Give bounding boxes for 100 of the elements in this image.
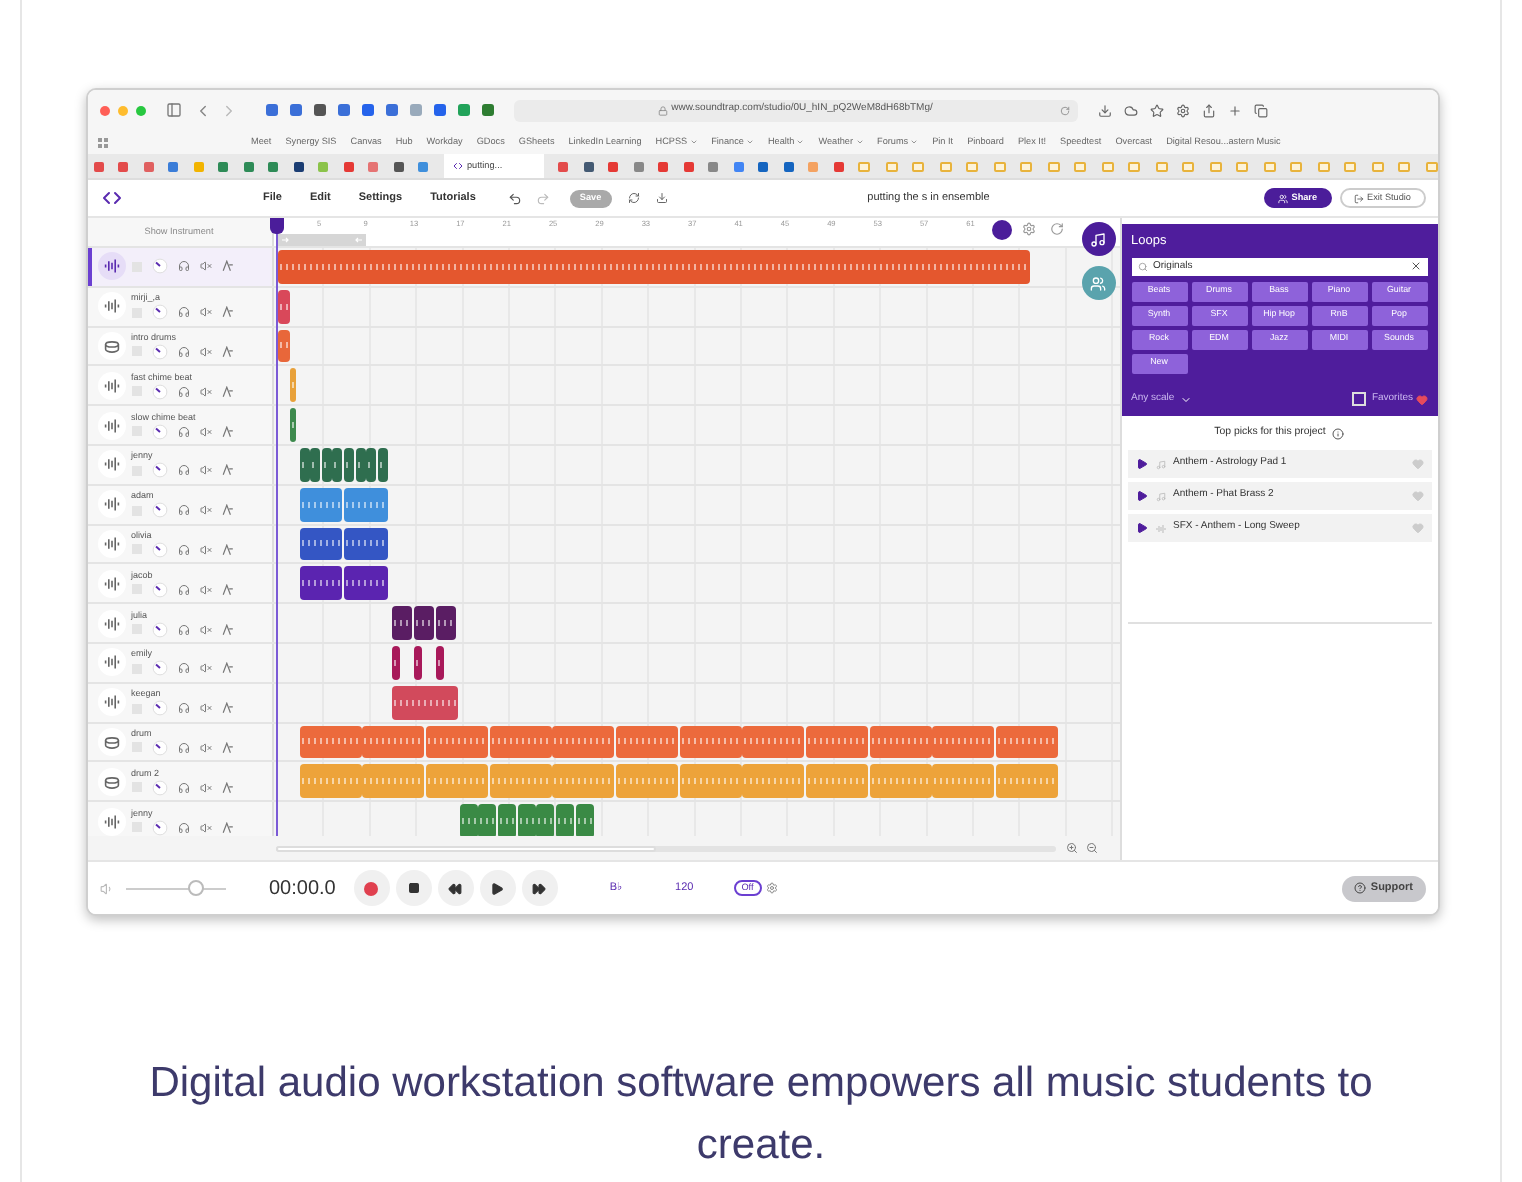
- automation-icon[interactable]: [221, 741, 233, 754]
- pan-knob[interactable]: [151, 343, 167, 360]
- audio-clip[interactable]: [995, 725, 1058, 759]
- automation-icon[interactable]: [221, 345, 233, 358]
- audio-clip[interactable]: [425, 725, 488, 759]
- audio-clip[interactable]: [478, 804, 497, 836]
- solo-icon[interactable]: [177, 623, 189, 636]
- record-button[interactable]: [353, 870, 390, 906]
- audio-clip[interactable]: [932, 725, 995, 759]
- audio-clip[interactable]: [299, 566, 343, 601]
- settings-icon[interactable]: [765, 882, 778, 894]
- audio-clip[interactable]: [391, 606, 412, 640]
- pan-knob[interactable]: [151, 581, 167, 598]
- settings-icon[interactable]: [1175, 103, 1189, 117]
- soundtrap-logo-icon[interactable]: [99, 186, 123, 210]
- audio-clip[interactable]: [517, 804, 536, 836]
- automation-icon[interactable]: [221, 781, 233, 794]
- audio-clip[interactable]: [299, 487, 343, 522]
- audio-clip[interactable]: [556, 804, 575, 836]
- audio-clip[interactable]: [355, 447, 366, 482]
- track-header[interactable]: [87, 248, 273, 286]
- mute-icon[interactable]: [199, 543, 211, 556]
- solo-icon[interactable]: [177, 504, 189, 517]
- solo-icon[interactable]: [177, 543, 189, 556]
- audio-clip[interactable]: [615, 764, 678, 799]
- pan-knob[interactable]: [151, 304, 167, 321]
- mute-icon[interactable]: [199, 821, 211, 834]
- pan-knob[interactable]: [151, 779, 167, 796]
- audio-clip[interactable]: [459, 804, 478, 836]
- pan-knob[interactable]: [151, 700, 167, 717]
- audio-clip[interactable]: [575, 804, 594, 836]
- pinned-tab[interactable]: [393, 161, 403, 171]
- play-icon[interactable]: [1135, 458, 1147, 471]
- pan-knob[interactable]: [151, 739, 167, 756]
- undo-icon[interactable]: [507, 191, 522, 205]
- audio-clip[interactable]: [742, 725, 805, 759]
- audio-clip[interactable]: [344, 527, 388, 561]
- share-icon[interactable]: [1201, 103, 1215, 117]
- audio-clip[interactable]: [413, 645, 421, 680]
- audio-clip[interactable]: [289, 408, 295, 442]
- mute-icon[interactable]: [199, 345, 211, 358]
- audio-clip[interactable]: [435, 606, 456, 640]
- automation-icon[interactable]: [221, 821, 233, 834]
- audio-clip[interactable]: [344, 566, 388, 601]
- cloud-icon[interactable]: [1123, 103, 1137, 117]
- clear-icon[interactable]: [1409, 260, 1421, 273]
- audio-clip[interactable]: [362, 725, 425, 759]
- timeline-tool-icon[interactable]: [991, 220, 1011, 240]
- zoom-in-icon[interactable]: [1065, 842, 1077, 854]
- audio-clip[interactable]: [321, 447, 332, 482]
- audio-clip[interactable]: [377, 447, 388, 482]
- info-icon[interactable]: [1331, 428, 1344, 441]
- pinned-tab[interactable]: [583, 161, 593, 171]
- pan-knob[interactable]: [151, 502, 167, 519]
- sync-icon[interactable]: [627, 192, 640, 204]
- audio-clip[interactable]: [413, 606, 434, 640]
- audio-clip[interactable]: [299, 725, 362, 759]
- bookmark-star-icon[interactable]: [1149, 103, 1163, 117]
- play-button[interactable]: [479, 870, 516, 906]
- audio-clip[interactable]: [679, 764, 742, 799]
- mute-icon[interactable]: [199, 385, 211, 398]
- audio-clip[interactable]: [344, 447, 355, 482]
- audio-clip[interactable]: [679, 725, 742, 759]
- audio-clip[interactable]: [299, 527, 343, 561]
- pan-knob[interactable]: [151, 621, 167, 638]
- audio-clip[interactable]: [299, 764, 362, 799]
- solo-icon[interactable]: [177, 260, 189, 273]
- automation-icon[interactable]: [221, 306, 233, 319]
- audio-clip[interactable]: [289, 368, 295, 403]
- audio-clip[interactable]: [299, 447, 310, 482]
- pan-knob[interactable]: [151, 462, 167, 479]
- mute-icon[interactable]: [199, 741, 211, 754]
- pan-knob[interactable]: [151, 383, 167, 400]
- audio-clip[interactable]: [362, 764, 425, 799]
- audio-clip[interactable]: [615, 725, 678, 759]
- refresh-icon[interactable]: [1049, 222, 1063, 236]
- audio-clip[interactable]: [435, 645, 443, 680]
- solo-icon[interactable]: [177, 306, 189, 319]
- solo-icon[interactable]: [177, 385, 189, 398]
- pinned-tab[interactable]: [758, 161, 768, 171]
- solo-icon[interactable]: [177, 781, 189, 794]
- automation-icon[interactable]: [221, 260, 233, 273]
- pan-knob[interactable]: [151, 423, 167, 440]
- download-icon[interactable]: [1097, 103, 1111, 117]
- zoom-out-icon[interactable]: [1085, 842, 1097, 854]
- pinned-tab[interactable]: [293, 161, 303, 171]
- automation-icon[interactable]: [221, 623, 233, 636]
- fast-forward-button[interactable]: [521, 870, 558, 906]
- play-icon[interactable]: [1135, 522, 1147, 535]
- mute-icon[interactable]: [199, 662, 211, 675]
- solo-icon[interactable]: [177, 583, 189, 596]
- mute-icon[interactable]: [199, 260, 211, 273]
- settings-icon[interactable]: [1021, 222, 1035, 236]
- audio-clip[interactable]: [869, 725, 932, 759]
- export-icon[interactable]: [655, 192, 668, 204]
- audio-clip[interactable]: [277, 250, 1029, 284]
- solo-icon[interactable]: [177, 702, 189, 715]
- reload-icon[interactable]: [1059, 105, 1069, 115]
- stop-button[interactable]: [395, 870, 432, 906]
- audio-clip[interactable]: [552, 764, 615, 799]
